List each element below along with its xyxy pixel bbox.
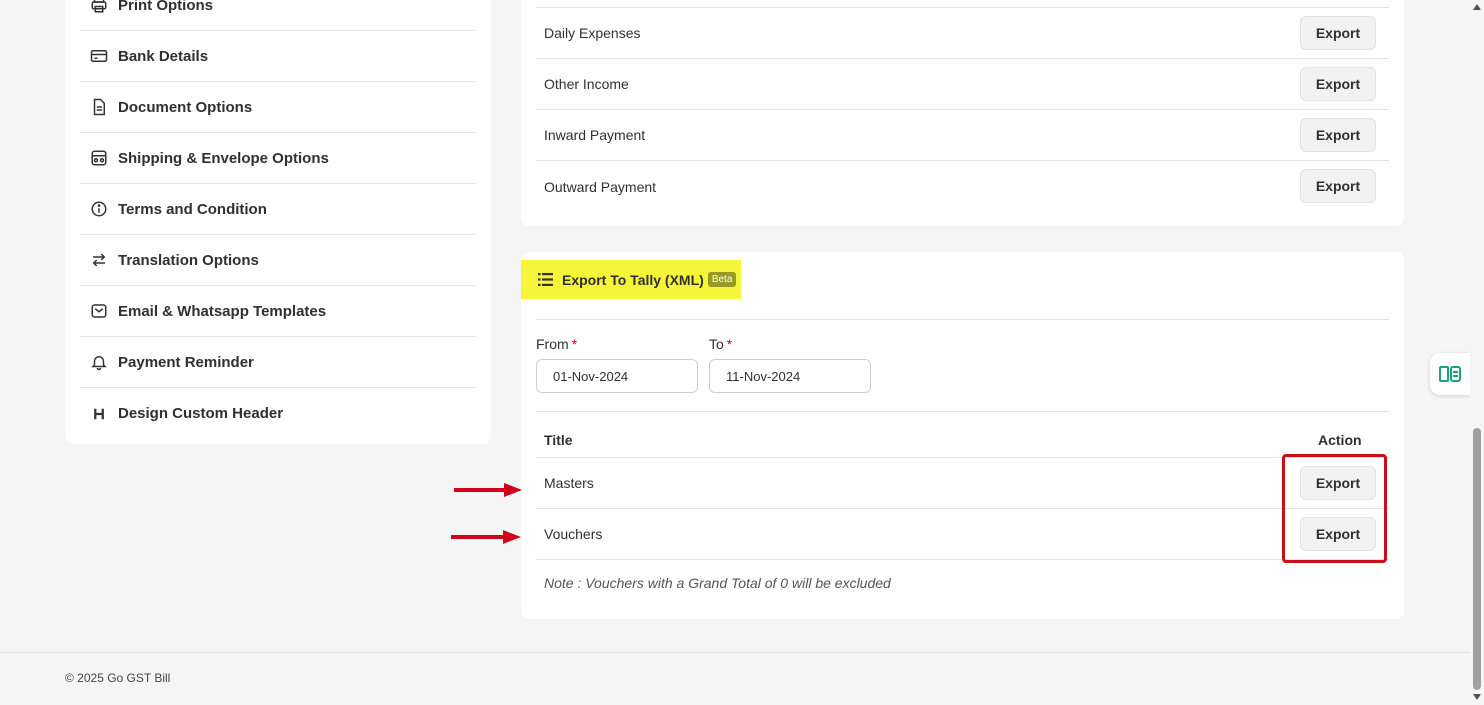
from-label: From * [536,336,577,352]
required-mark: * [571,336,578,352]
export-button[interactable]: Export [1300,67,1376,101]
settings-menu: Print Options Bank Details Document Opti… [80,0,476,439]
export-button[interactable]: Export [1300,118,1376,152]
vouchers-note: Note : Vouchers with a Grand Total of 0 … [544,575,891,591]
table-row: Other Income Export [536,59,1389,110]
column-header-title: Title [544,432,573,448]
sidebar-item-label: Bank Details [118,47,209,65]
sidebar-item-terms[interactable]: Terms and Condition [80,184,476,235]
info-icon [90,197,114,221]
from-label-text: From [536,336,569,352]
divider [536,319,1389,320]
to-label: To * [709,336,732,352]
sidebar-item-label: Terms and Condition [118,200,267,218]
table-row: Inward Payment Export [536,110,1389,161]
book-icon [1439,366,1461,382]
table-row: Vouchers Export [536,509,1389,560]
settings-sidebar: Print Options Bank Details Document Opti… [65,0,491,444]
document-icon [90,95,114,119]
beta-badge: Beta [707,272,737,287]
sidebar-item-translation[interactable]: Translation Options [80,235,476,286]
tally-header: Export To Tally (XML) Beta [521,260,741,299]
sidebar-item-label: Payment Reminder [118,353,254,371]
sidebar-item-shipping-envelope[interactable]: Shipping & Envelope Options [80,133,476,184]
row-title: Other Income [544,76,629,92]
export-button[interactable]: Export [1300,16,1376,50]
bell-icon [90,350,114,374]
sidebar-item-label: Shipping & Envelope Options [118,149,329,167]
sidebar-item-custom-header[interactable]: Design Custom Header [80,388,476,439]
sidebar-item-label: Print Options [118,0,213,14]
scrollbar-thumb[interactable] [1473,428,1481,690]
tally-title: Export To Tally (XML) [562,271,704,288]
swap-arrows-icon [90,248,114,272]
export-masters-button[interactable]: Export [1300,466,1376,500]
sidebar-item-bank-details[interactable]: Bank Details [80,31,476,82]
divider [536,411,1389,412]
sidebar-item-label: Design Custom Header [118,405,284,422]
table-row: Daily Expenses Export [536,8,1389,59]
footer-divider [0,652,1470,653]
row-title: Vouchers [544,526,603,542]
annotation-arrow [451,530,521,544]
column-header-action: Action [1318,432,1362,448]
table-row: Outward Payment Export [536,161,1389,212]
table-row: Masters Export [536,458,1389,509]
from-date-input[interactable] [536,359,698,393]
sidebar-item-label: Document Options [118,98,253,116]
export-button[interactable]: Export [1300,169,1376,203]
sidebar-item-label: Email & Whatsapp Templates [118,302,327,320]
sidebar-item-payment-reminder[interactable]: Payment Reminder [80,337,476,388]
annotation-arrow [454,483,522,497]
scroll-down-icon[interactable] [1472,692,1482,702]
sidebar-item-document-options[interactable]: Document Options [80,82,476,133]
export-list-card: Daily Expenses Export Other Income Expor… [521,0,1404,226]
to-label-text: To [709,336,724,352]
scroll-up-icon[interactable] [1472,2,1482,12]
to-date-input[interactable] [709,359,871,393]
row-title: Daily Expenses [544,25,641,41]
floating-help-widget[interactable] [1430,353,1470,395]
credit-card-icon [90,44,114,68]
shipping-box-icon [90,146,114,170]
sidebar-item-print-options[interactable]: Print Options [80,0,476,31]
list-icon [538,273,553,286]
printer-icon [90,0,114,17]
tally-export-card: Export To Tally (XML) Beta From* To* Tit… [521,252,1404,619]
footer-copyright: © 2025 Go GST Bill [65,671,171,685]
heading-icon [90,402,114,426]
sidebar-item-label: Translation Options [118,251,259,269]
sidebar-item-email-templates[interactable]: Email & Whatsapp Templates [80,286,476,337]
row-title: Outward Payment [544,178,657,195]
required-mark: * [726,336,733,352]
row-title: Masters [544,475,594,491]
row-title: Inward Payment [544,127,646,143]
mail-icon [90,299,114,323]
export-vouchers-button[interactable]: Export [1300,517,1376,551]
